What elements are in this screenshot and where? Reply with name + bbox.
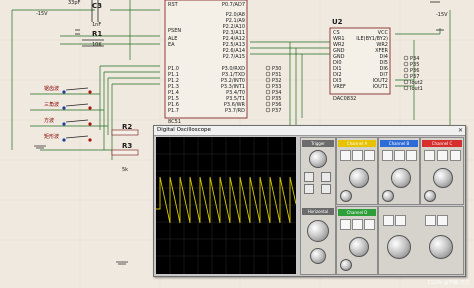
channel-c-dc-button[interactable] — [437, 150, 448, 161]
trigger-label: Trigger — [302, 140, 334, 147]
mode-button-1[interactable] — [383, 215, 394, 226]
channel-d-panel: Channel D — [336, 206, 378, 275]
channel-c-ac-button[interactable] — [424, 150, 435, 161]
mode-button-4[interactable] — [437, 215, 448, 226]
mcu-pin: PSEN — [168, 28, 182, 34]
mcu-pin: P2.7/A15 — [222, 54, 245, 60]
switch-label-rect[interactable]: 矩形波 — [44, 134, 59, 140]
net-label: Iout1 — [410, 86, 423, 92]
trigger-rise-button[interactable] — [304, 184, 314, 194]
r3-value: 5k — [122, 167, 129, 173]
horizontal-label: Horizontal — [302, 208, 334, 215]
timebase-knob[interactable] — [307, 220, 329, 242]
dac-part: DAC0832 — [333, 96, 357, 102]
r3-ref: R3 — [122, 142, 133, 150]
lower-right-knob[interactable] — [429, 235, 453, 259]
channel-a-gnd-button[interactable] — [364, 150, 375, 161]
mcu-pin: P3.7/RD — [225, 108, 245, 114]
trigger-fall-button[interactable] — [321, 184, 331, 194]
trigger-ac-button[interactable] — [304, 172, 314, 182]
trigger-level-knob[interactable] — [309, 150, 327, 168]
oscilloscope-window[interactable]: Digital Oscilloscope ✕ Trigger Horizonta… — [153, 125, 466, 277]
channel-c-volts-knob[interactable] — [433, 168, 453, 188]
vneg2-label: -15V — [436, 12, 448, 18]
dac-pin: IOUT1 — [372, 84, 388, 90]
mcu-pin: EA — [168, 42, 175, 48]
mcu-pin: P0.7/AD7 — [221, 2, 245, 8]
channel-a-dc-button[interactable] — [352, 150, 363, 161]
oscilloscope-title: Digital Oscilloscope — [154, 126, 465, 136]
r1-value: 10K — [92, 42, 102, 48]
position-knob[interactable] — [310, 248, 326, 264]
crystal-cap-value: 33pF — [68, 0, 81, 6]
channel-a-panel: Channel A — [336, 137, 378, 205]
watermark: CSDN @学霸·方方 — [427, 280, 470, 286]
r2-ref: R2 — [122, 123, 133, 131]
switch-label-sawtooth[interactable]: 锯齿波 — [44, 86, 59, 92]
trigger-panel: Trigger Horizontal — [300, 137, 336, 275]
mode-button-3[interactable] — [425, 215, 436, 226]
c3-ref: C3 — [92, 2, 103, 10]
channel-d-ac-button[interactable] — [340, 219, 351, 230]
u2-ref: U2 — [332, 18, 343, 26]
channel-d-label: Channel D — [338, 209, 376, 216]
channel-b-position-knob[interactable] — [382, 190, 394, 202]
channel-b-panel: Channel B — [378, 137, 420, 205]
channel-a-position-knob[interactable] — [340, 190, 352, 202]
channel-a-ac-button[interactable] — [340, 150, 351, 161]
net-label: P37 — [272, 108, 282, 114]
channel-c-position-knob[interactable] — [424, 190, 436, 202]
channel-a-label: Channel A — [338, 140, 376, 147]
channel-d-dc-button[interactable] — [352, 219, 363, 230]
dac-pin: VREF — [333, 84, 346, 90]
channel-c-label: Channel C — [422, 140, 462, 147]
channel-b-volts-knob[interactable] — [391, 168, 411, 188]
mcu-pin: RST — [168, 2, 178, 8]
channel-c-gnd-button[interactable] — [450, 150, 461, 161]
mode-button-2[interactable] — [395, 215, 406, 226]
channel-b-ac-button[interactable] — [382, 150, 393, 161]
channel-d-gnd-button[interactable] — [364, 219, 375, 230]
mcu-pin: P1.7 — [168, 108, 179, 114]
vneg-label: -15V — [36, 11, 48, 17]
close-icon[interactable]: ✕ — [458, 126, 463, 135]
scope-screen — [156, 137, 296, 274]
c3-value: 1nF — [92, 22, 102, 28]
channel-d-position-knob[interactable] — [340, 259, 352, 271]
lower-left-knob[interactable] — [387, 235, 411, 259]
lower-controls-panel — [378, 206, 464, 275]
scope-graticule — [156, 137, 296, 274]
channel-d-volts-knob[interactable] — [349, 237, 369, 257]
channel-b-gnd-button[interactable] — [406, 150, 417, 161]
switch-label-triangle[interactable]: 三角波 — [44, 102, 59, 108]
channel-b-label: Channel B — [380, 140, 418, 147]
trigger-dc-button[interactable] — [321, 172, 331, 182]
channel-c-panel: Channel C — [420, 137, 464, 205]
channel-a-volts-knob[interactable] — [349, 168, 369, 188]
switch-label-square[interactable]: 方波 — [44, 118, 54, 124]
r1-ref: R1 — [92, 30, 103, 38]
channel-b-dc-button[interactable] — [394, 150, 405, 161]
